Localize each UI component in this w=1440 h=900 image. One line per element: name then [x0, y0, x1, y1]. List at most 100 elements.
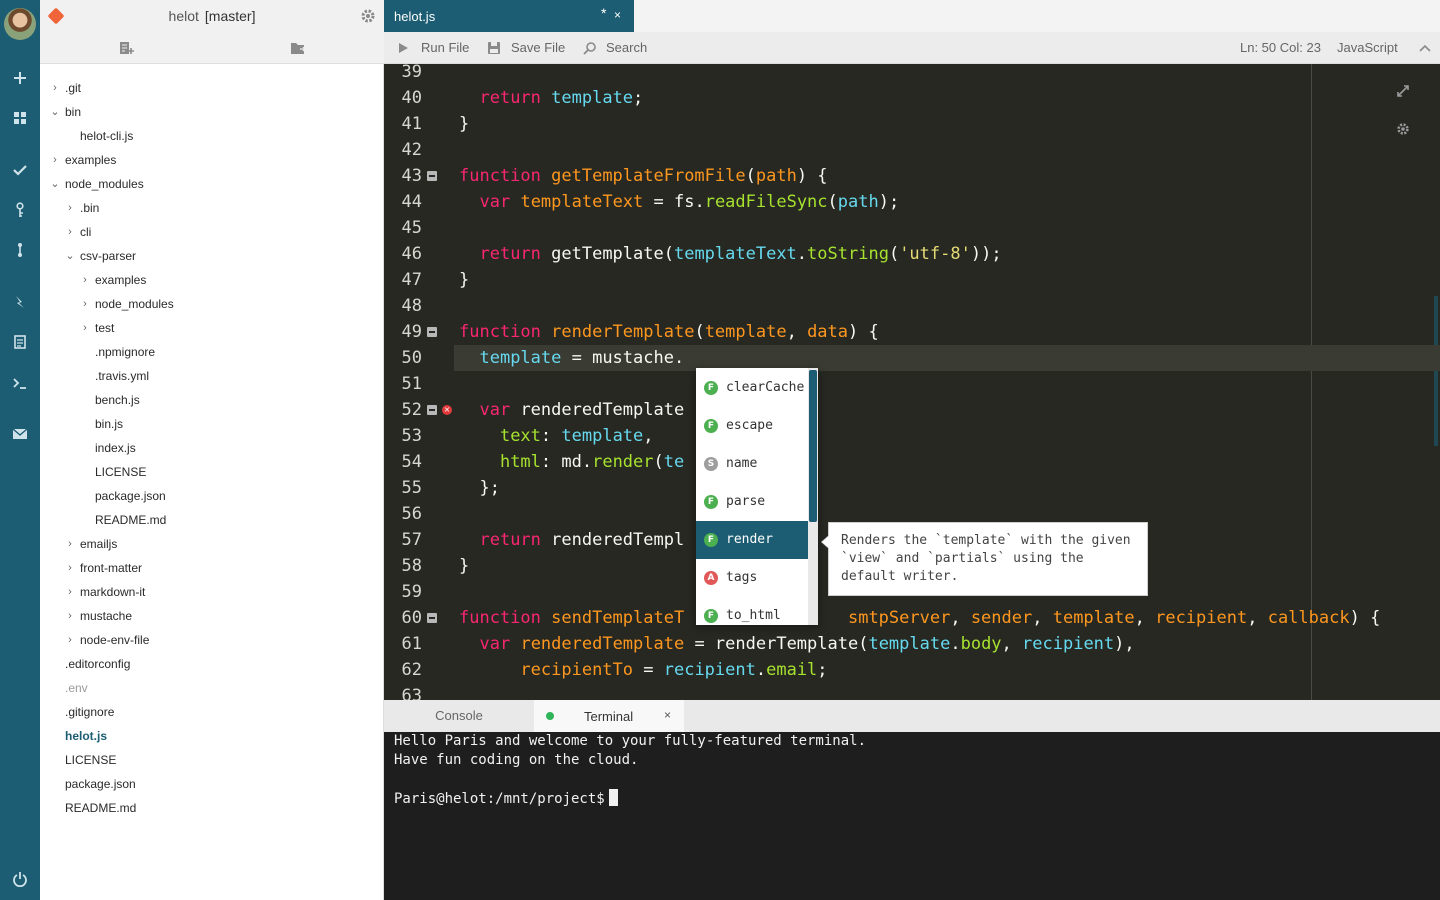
autocomplete-scroll-thumb[interactable]: [809, 370, 817, 522]
tree-folder[interactable]: › markdown-it: [40, 580, 384, 604]
tree-file[interactable]: package.json: [40, 772, 384, 796]
chevron-right-icon[interactable]: ›: [65, 220, 75, 244]
kind-badge-icon: F: [704, 609, 718, 623]
chevron-right-icon[interactable]: ›: [80, 268, 90, 292]
expand-icon[interactable]: [1396, 84, 1410, 98]
run-file-button[interactable]: Run File: [396, 32, 486, 64]
tree-folder[interactable]: › node_modules: [40, 292, 384, 316]
fold-icon[interactable]: [427, 613, 437, 623]
gear-icon[interactable]: [360, 8, 376, 24]
tree-file[interactable]: bench.js: [40, 388, 384, 412]
editor-settings-icon[interactable]: [1396, 122, 1410, 136]
tree-folder[interactable]: › cli: [40, 220, 384, 244]
autocomplete-item[interactable]: Frender: [696, 521, 808, 559]
tree-file[interactable]: README.md: [40, 508, 384, 532]
autocomplete-popup: FclearCache Fescape Sname Fparse Frender Atag…: [696, 368, 818, 625]
tab-console[interactable]: Console: [384, 700, 534, 732]
tree-folder[interactable]: › node-env-file: [40, 628, 384, 652]
terminal-close-icon[interactable]: ×: [664, 708, 671, 722]
check-icon[interactable]: [0, 155, 40, 185]
chevron-right-icon[interactable]: ›: [65, 604, 75, 628]
tree-file[interactable]: .gitignore: [40, 700, 384, 724]
autocomplete-item[interactable]: Fparse: [696, 483, 808, 521]
code-line: }: [459, 267, 469, 293]
tree-folder[interactable]: › emailjs: [40, 532, 384, 556]
chevron-right-icon[interactable]: ›: [80, 316, 90, 340]
fold-icon[interactable]: [427, 327, 437, 337]
tree-folder[interactable]: › examples: [40, 268, 384, 292]
code-editor[interactable]: 39 40 return template; 41} 42 43 function get…: [384, 64, 1440, 700]
tree-file[interactable]: helot-cli.js: [40, 124, 384, 148]
code-token: ,: [950, 608, 971, 628]
chevron-up-icon[interactable]: [1418, 32, 1432, 64]
autocomplete-item[interactable]: Fescape: [696, 407, 808, 445]
chevron-right-icon[interactable]: ›: [65, 196, 75, 220]
error-icon[interactable]: ×: [442, 405, 452, 415]
tree-file[interactable]: .env: [40, 676, 384, 700]
run-file-label: Run File: [421, 40, 470, 55]
tree-file[interactable]: package.json: [40, 484, 384, 508]
autocomplete-item[interactable]: FclearCache: [696, 369, 808, 407]
git-branch-icon[interactable]: [0, 235, 40, 265]
search-button[interactable]: Search: [583, 32, 663, 64]
power-icon[interactable]: [0, 864, 40, 894]
tree-file[interactable]: bin.js: [40, 412, 384, 436]
tree-file[interactable]: .npmignore: [40, 340, 384, 364]
language-select[interactable]: JavaScript: [1337, 32, 1398, 64]
avatar[interactable]: [4, 8, 36, 40]
fold-icon[interactable]: [427, 171, 437, 181]
fold-icon[interactable]: [427, 405, 437, 415]
tree-folder[interactable]: › front-matter: [40, 556, 384, 580]
chevron-down-icon[interactable]: ⌄: [50, 172, 60, 196]
chevron-down-icon[interactable]: ⌄: [50, 100, 60, 124]
code-token: ,: [1001, 634, 1023, 654]
key-icon[interactable]: [0, 195, 40, 225]
autocomplete-item[interactable]: Fto_html: [696, 597, 808, 625]
autocomplete-item[interactable]: Atags: [696, 559, 808, 597]
code-token: ;: [633, 88, 644, 108]
tree-file[interactable]: index.js: [40, 436, 384, 460]
autocomplete-item[interactable]: Sname: [696, 445, 808, 483]
grid-icon[interactable]: [0, 103, 40, 133]
tree-file[interactable]: LICENSE: [40, 748, 384, 772]
tree-file[interactable]: README.md: [40, 796, 384, 820]
mail-icon[interactable]: [0, 419, 40, 449]
tree-folder[interactable]: ⌄ csv-parser: [40, 244, 384, 268]
code-line: var templateText = fs.readFileSync(path)…: [459, 189, 899, 215]
tree-file[interactable]: LICENSE: [40, 460, 384, 484]
tree-file[interactable]: .editorconfig: [40, 652, 384, 676]
tab-title: helot.js: [394, 9, 436, 24]
tree-file[interactable]: helot.js: [40, 724, 384, 748]
chevron-right-icon[interactable]: ›: [65, 628, 75, 652]
tree-folder[interactable]: › .git: [40, 76, 384, 100]
new-folder-icon[interactable]: [290, 40, 306, 56]
chevron-right-icon[interactable]: ›: [65, 556, 75, 580]
tree-item-label: test: [95, 321, 115, 335]
tree-folder[interactable]: ⌄ bin: [40, 100, 384, 124]
chevron-right-icon[interactable]: ›: [50, 76, 60, 100]
tab-helot-js[interactable]: helot.js * ×: [384, 0, 634, 32]
chevron-right-icon[interactable]: ›: [80, 292, 90, 316]
editor-scrollbar[interactable]: [1434, 296, 1438, 446]
tree-folder[interactable]: › .bin: [40, 196, 384, 220]
line-number: 51: [401, 374, 422, 394]
save-file-button[interactable]: Save File: [487, 32, 577, 64]
tree-folder[interactable]: › examples: [40, 148, 384, 172]
tab-close-icon[interactable]: ×: [614, 8, 621, 22]
chevron-right-icon[interactable]: ›: [50, 148, 60, 172]
tab-terminal[interactable]: Terminal ×: [534, 700, 684, 732]
add-icon[interactable]: [0, 63, 40, 93]
terminal-icon[interactable]: [0, 368, 40, 398]
chevron-down-icon[interactable]: ⌄: [65, 244, 75, 268]
tree-item-label: LICENSE: [65, 753, 117, 767]
new-file-icon[interactable]: [118, 40, 134, 56]
lightning-icon[interactable]: [0, 287, 40, 317]
chevron-right-icon[interactable]: ›: [65, 532, 75, 556]
document-icon[interactable]: [0, 327, 40, 357]
tree-folder[interactable]: ⌄ node_modules: [40, 172, 384, 196]
tree-folder[interactable]: › test: [40, 316, 384, 340]
tree-file[interactable]: .travis.yml: [40, 364, 384, 388]
chevron-right-icon[interactable]: ›: [65, 580, 75, 604]
tree-folder[interactable]: › mustache: [40, 604, 384, 628]
terminal[interactable]: Hello Paris and welcome to your fully-fe…: [384, 732, 1440, 900]
